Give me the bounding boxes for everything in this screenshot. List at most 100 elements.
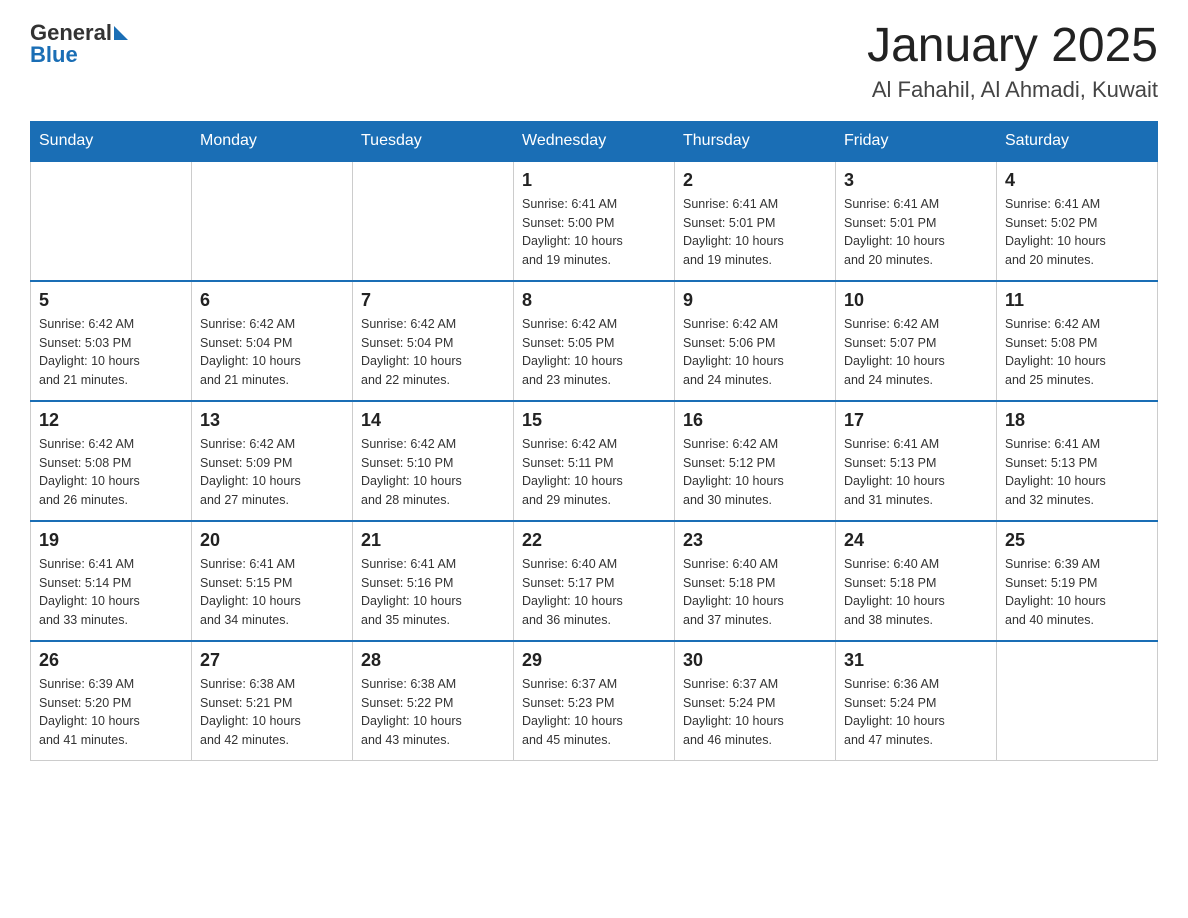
day-number: 9 bbox=[683, 290, 827, 311]
calendar-cell: 20Sunrise: 6:41 AM Sunset: 5:15 PM Dayli… bbox=[192, 521, 353, 641]
day-info: Sunrise: 6:42 AM Sunset: 5:08 PM Dayligh… bbox=[39, 435, 183, 510]
day-number: 24 bbox=[844, 530, 988, 551]
calendar-cell: 9 Sunrise: 6:42 AM Sunset: 5:06 PM Daylig… bbox=[675, 281, 836, 401]
day-info: Sunrise: 6:41 AM Sunset: 5:01 PM Dayligh… bbox=[683, 195, 827, 270]
calendar-cell: 24Sunrise: 6:40 AM Sunset: 5:18 PM Dayli… bbox=[836, 521, 997, 641]
day-info: Sunrise: 6:42 AM Sunset: 5:12 PM Dayligh… bbox=[683, 435, 827, 510]
calendar-cell: 7 Sunrise: 6:42 AM Sunset: 5:04 PM Daylig… bbox=[353, 281, 514, 401]
calendar-cell bbox=[31, 161, 192, 281]
day-number: 6 bbox=[200, 290, 344, 311]
calendar-week-row: 19 Sunrise: 6:41 AM Sunset: 5:14 PM Dayli… bbox=[31, 521, 1158, 641]
month-title: January 2025 bbox=[867, 20, 1158, 73]
day-info: Sunrise: 6:41 AM Sunset: 5:01 PM Dayligh… bbox=[844, 195, 988, 270]
day-number: 4 bbox=[1005, 170, 1149, 191]
day-info: Sunrise: 6:36 AM Sunset: 5:24 PM Dayligh… bbox=[844, 675, 988, 750]
calendar-cell: 10 Sunrise: 6:42 AM Sunset: 5:07 PM Dayli… bbox=[836, 281, 997, 401]
day-number: 17 bbox=[844, 410, 988, 431]
calendar-cell bbox=[192, 161, 353, 281]
calendar-cell: 16 Sunrise: 6:42 AM Sunset: 5:12 PM Dayli… bbox=[675, 401, 836, 521]
calendar-cell: 8Sunrise: 6:42 AM Sunset: 5:05 PM Daylig… bbox=[514, 281, 675, 401]
day-info: Sunrise: 6:42 AM Sunset: 5:10 PM Dayligh… bbox=[361, 435, 505, 510]
calendar-cell: 4 Sunrise: 6:41 AM Sunset: 5:02 PM Daylig… bbox=[997, 161, 1158, 281]
calendar-table: SundayMondayTuesdayWednesdayThursdayFrid… bbox=[30, 121, 1158, 761]
calendar-cell: 30 Sunrise: 6:37 AM Sunset: 5:24 PM Dayli… bbox=[675, 641, 836, 761]
day-info: Sunrise: 6:42 AM Sunset: 5:05 PM Dayligh… bbox=[522, 315, 666, 390]
day-info: Sunrise: 6:41 AM Sunset: 5:13 PM Dayligh… bbox=[844, 435, 988, 510]
day-number: 27 bbox=[200, 650, 344, 671]
day-info: Sunrise: 6:40 AM Sunset: 5:17 PM Dayligh… bbox=[522, 555, 666, 630]
calendar-cell: 28Sunrise: 6:38 AM Sunset: 5:22 PM Dayli… bbox=[353, 641, 514, 761]
calendar-cell: 11Sunrise: 6:42 AM Sunset: 5:08 PM Dayli… bbox=[997, 281, 1158, 401]
day-number: 30 bbox=[683, 650, 827, 671]
day-number: 22 bbox=[522, 530, 666, 551]
day-number: 10 bbox=[844, 290, 988, 311]
day-number: 5 bbox=[39, 290, 183, 311]
calendar-week-row: 26Sunrise: 6:39 AM Sunset: 5:20 PM Dayli… bbox=[31, 641, 1158, 761]
day-info: Sunrise: 6:41 AM Sunset: 5:16 PM Dayligh… bbox=[361, 555, 505, 630]
day-info: Sunrise: 6:37 AM Sunset: 5:24 PM Dayligh… bbox=[683, 675, 827, 750]
day-of-week-header: Friday bbox=[836, 121, 997, 161]
day-number: 7 bbox=[361, 290, 505, 311]
day-info: Sunrise: 6:42 AM Sunset: 5:08 PM Dayligh… bbox=[1005, 315, 1149, 390]
day-info: Sunrise: 6:42 AM Sunset: 5:04 PM Dayligh… bbox=[200, 315, 344, 390]
day-info: Sunrise: 6:41 AM Sunset: 5:02 PM Dayligh… bbox=[1005, 195, 1149, 270]
calendar-cell: 2 Sunrise: 6:41 AM Sunset: 5:01 PM Daylig… bbox=[675, 161, 836, 281]
calendar-cell: 31 Sunrise: 6:36 AM Sunset: 5:24 PM Dayli… bbox=[836, 641, 997, 761]
day-info: Sunrise: 6:39 AM Sunset: 5:20 PM Dayligh… bbox=[39, 675, 183, 750]
calendar-cell: 27 Sunrise: 6:38 AM Sunset: 5:21 PM Dayli… bbox=[192, 641, 353, 761]
day-of-week-header: Monday bbox=[192, 121, 353, 161]
calendar-header-row: SundayMondayTuesdayWednesdayThursdayFrid… bbox=[31, 121, 1158, 161]
day-info: Sunrise: 6:42 AM Sunset: 5:04 PM Dayligh… bbox=[361, 315, 505, 390]
calendar-cell: 17 Sunrise: 6:41 AM Sunset: 5:13 PM Dayli… bbox=[836, 401, 997, 521]
logo-triangle-icon bbox=[114, 26, 128, 40]
calendar-cell: 5 Sunrise: 6:42 AM Sunset: 5:03 PM Daylig… bbox=[31, 281, 192, 401]
day-number: 3 bbox=[844, 170, 988, 191]
calendar-cell: 14 Sunrise: 6:42 AM Sunset: 5:10 PM Dayli… bbox=[353, 401, 514, 521]
logo-text-blue: Blue bbox=[30, 42, 78, 68]
day-number: 13 bbox=[200, 410, 344, 431]
day-number: 23 bbox=[683, 530, 827, 551]
day-number: 16 bbox=[683, 410, 827, 431]
day-of-week-header: Tuesday bbox=[353, 121, 514, 161]
calendar-cell: 29 Sunrise: 6:37 AM Sunset: 5:23 PM Dayli… bbox=[514, 641, 675, 761]
calendar-cell bbox=[353, 161, 514, 281]
day-number: 29 bbox=[522, 650, 666, 671]
calendar-week-row: 1Sunrise: 6:41 AM Sunset: 5:00 PM Daylig… bbox=[31, 161, 1158, 281]
day-number: 19 bbox=[39, 530, 183, 551]
page-header: General Blue January 2025 Al Fahahil, Al… bbox=[30, 20, 1158, 103]
day-info: Sunrise: 6:41 AM Sunset: 5:14 PM Dayligh… bbox=[39, 555, 183, 630]
day-number: 21 bbox=[361, 530, 505, 551]
calendar-cell: 22 Sunrise: 6:40 AM Sunset: 5:17 PM Dayli… bbox=[514, 521, 675, 641]
day-info: Sunrise: 6:41 AM Sunset: 5:00 PM Dayligh… bbox=[522, 195, 666, 270]
day-number: 31 bbox=[844, 650, 988, 671]
calendar-cell: 1Sunrise: 6:41 AM Sunset: 5:00 PM Daylig… bbox=[514, 161, 675, 281]
calendar-cell bbox=[997, 641, 1158, 761]
calendar-cell: 25Sunrise: 6:39 AM Sunset: 5:19 PM Dayli… bbox=[997, 521, 1158, 641]
day-number: 18 bbox=[1005, 410, 1149, 431]
day-info: Sunrise: 6:37 AM Sunset: 5:23 PM Dayligh… bbox=[522, 675, 666, 750]
calendar-cell: 3 Sunrise: 6:41 AM Sunset: 5:01 PM Daylig… bbox=[836, 161, 997, 281]
calendar-cell: 6 Sunrise: 6:42 AM Sunset: 5:04 PM Daylig… bbox=[192, 281, 353, 401]
day-of-week-header: Sunday bbox=[31, 121, 192, 161]
day-info: Sunrise: 6:42 AM Sunset: 5:09 PM Dayligh… bbox=[200, 435, 344, 510]
day-number: 15 bbox=[522, 410, 666, 431]
day-number: 2 bbox=[683, 170, 827, 191]
day-info: Sunrise: 6:38 AM Sunset: 5:22 PM Dayligh… bbox=[361, 675, 505, 750]
day-of-week-header: Wednesday bbox=[514, 121, 675, 161]
calendar-week-row: 5 Sunrise: 6:42 AM Sunset: 5:03 PM Daylig… bbox=[31, 281, 1158, 401]
day-info: Sunrise: 6:42 AM Sunset: 5:06 PM Dayligh… bbox=[683, 315, 827, 390]
day-number: 14 bbox=[361, 410, 505, 431]
calendar-cell: 13 Sunrise: 6:42 AM Sunset: 5:09 PM Dayli… bbox=[192, 401, 353, 521]
calendar-cell: 26Sunrise: 6:39 AM Sunset: 5:20 PM Dayli… bbox=[31, 641, 192, 761]
calendar-cell: 18Sunrise: 6:41 AM Sunset: 5:13 PM Dayli… bbox=[997, 401, 1158, 521]
day-info: Sunrise: 6:42 AM Sunset: 5:03 PM Dayligh… bbox=[39, 315, 183, 390]
calendar-cell: 15Sunrise: 6:42 AM Sunset: 5:11 PM Dayli… bbox=[514, 401, 675, 521]
day-info: Sunrise: 6:42 AM Sunset: 5:07 PM Dayligh… bbox=[844, 315, 988, 390]
calendar-cell: 12Sunrise: 6:42 AM Sunset: 5:08 PM Dayli… bbox=[31, 401, 192, 521]
calendar-cell: 21 Sunrise: 6:41 AM Sunset: 5:16 PM Dayli… bbox=[353, 521, 514, 641]
day-info: Sunrise: 6:38 AM Sunset: 5:21 PM Dayligh… bbox=[200, 675, 344, 750]
day-info: Sunrise: 6:39 AM Sunset: 5:19 PM Dayligh… bbox=[1005, 555, 1149, 630]
day-info: Sunrise: 6:40 AM Sunset: 5:18 PM Dayligh… bbox=[683, 555, 827, 630]
title-block: January 2025 Al Fahahil, Al Ahmadi, Kuwa… bbox=[867, 20, 1158, 103]
day-of-week-header: Saturday bbox=[997, 121, 1158, 161]
